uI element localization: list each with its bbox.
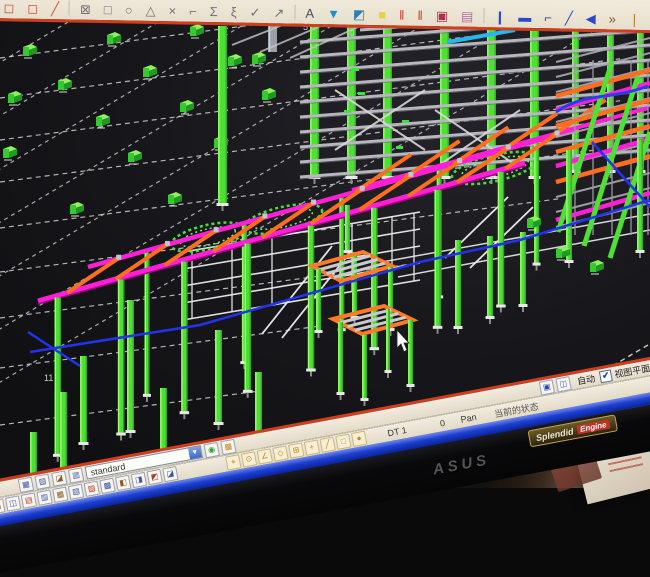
- snap-angle-icon[interactable]: ∠: [257, 448, 273, 464]
- view-plane-checkbox[interactable]: ✔: [599, 369, 613, 383]
- toolbar-separator: [294, 5, 295, 20]
- check-icon[interactable]: ✓: [249, 6, 260, 19]
- pan-mode-indicator: Pan: [460, 412, 478, 425]
- clash-check-icon[interactable]: ▣: [436, 9, 449, 22]
- notes-page-icon[interactable]: ■: [378, 8, 386, 21]
- corner-icon[interactable]: ⌐: [189, 5, 197, 18]
- snap-point-icon[interactable]: ●: [351, 431, 367, 447]
- triangle-icon[interactable]: △: [145, 4, 155, 17]
- view-pane-icon[interactable]: ◪: [51, 470, 67, 486]
- snap-origin-icon[interactable]: ⌖: [225, 454, 241, 470]
- clipped-icon-a[interactable]: ◻: [3, 1, 14, 14]
- snap-center-icon[interactable]: ⊙: [241, 451, 257, 467]
- beam-arrow-icon[interactable]: ◀: [586, 12, 596, 25]
- column-orange-icon[interactable]: ❘: [629, 13, 640, 26]
- select-objects-icon[interactable]: ◨: [131, 472, 147, 488]
- grid-label: 11: [44, 373, 53, 383]
- component-icon[interactable]: ▤: [461, 10, 474, 23]
- chevron-down-icon[interactable]: ▼: [188, 446, 202, 459]
- delete-icon[interactable]: ×: [168, 4, 176, 17]
- select-surface-icon[interactable]: ◪: [162, 466, 178, 482]
- select-views-icon[interactable]: ▨: [84, 481, 100, 497]
- arrow-ne-icon[interactable]: ↗: [273, 6, 284, 19]
- zero-indicator: 0: [439, 418, 446, 429]
- phase-icon[interactable]: ◩: [353, 8, 366, 21]
- snap-line-icon[interactable]: ╱: [320, 436, 336, 452]
- toolbar-separator: [69, 0, 70, 15]
- beam-slanted-icon[interactable]: ╱: [565, 12, 573, 25]
- monitor-brand-logo: ASUS: [432, 451, 492, 478]
- grid-label: 0: [350, 29, 355, 38]
- fast-forward-icon[interactable]: »: [609, 12, 616, 25]
- snap-plus-icon[interactable]: +: [304, 439, 320, 455]
- binoculars-icon[interactable]: A: [305, 7, 314, 20]
- snap-intersection-icon[interactable]: ⊞: [288, 442, 304, 458]
- measure-pole2-icon[interactable]: ‖: [417, 9, 423, 22]
- create-dwg-icon[interactable]: ⊠: [80, 3, 91, 16]
- select-grid-icon[interactable]: ▦: [52, 487, 68, 503]
- select-gridline-icon[interactable]: ▧: [68, 484, 84, 500]
- select-components-icon[interactable]: ▩: [99, 478, 115, 494]
- view-grid-icon[interactable]: ▨: [34, 473, 50, 489]
- hatch-icon[interactable]: ▩: [220, 438, 236, 454]
- clipped-icon-b[interactable]: ◻: [27, 2, 38, 15]
- beam-poly-icon[interactable]: ⌐: [544, 11, 552, 24]
- rectangle-icon[interactable]: □: [104, 3, 112, 16]
- select-points-icon[interactable]: ◫: [5, 495, 21, 511]
- flag-blue-icon[interactable]: ▣: [539, 379, 555, 395]
- toolbar-separator: [483, 8, 484, 23]
- zigzag-icon[interactable]: ξ: [231, 5, 237, 18]
- filter-funnel-icon[interactable]: ▼: [327, 7, 340, 20]
- select-welds-icon[interactable]: ▥: [36, 489, 52, 505]
- select-bolts-icon[interactable]: ▤: [21, 492, 37, 508]
- flag-split-icon[interactable]: ◫: [555, 376, 571, 392]
- circle-icon[interactable]: ○: [125, 3, 133, 16]
- beam-dash-icon[interactable]: ▬: [518, 11, 531, 24]
- beam-blue-icon[interactable]: ❙: [494, 10, 505, 23]
- snap-diamond-icon[interactable]: ◇: [272, 445, 288, 461]
- sum-icon[interactable]: Σ: [210, 5, 218, 18]
- measure-pole-icon[interactable]: ‖: [399, 9, 405, 22]
- view-row-icon[interactable]: ▥: [68, 467, 84, 483]
- select-rebar-icon[interactable]: ◩: [147, 469, 163, 485]
- select-assembly-icon[interactable]: ◧: [115, 475, 131, 491]
- globe-render-icon[interactable]: ◉: [203, 441, 219, 457]
- dt-indicator: DT 1: [387, 425, 408, 438]
- clipped-icon-c[interactable]: ╱: [51, 2, 59, 15]
- view-list-icon[interactable]: ▦: [18, 476, 34, 492]
- snap-box-icon[interactable]: □: [335, 434, 351, 450]
